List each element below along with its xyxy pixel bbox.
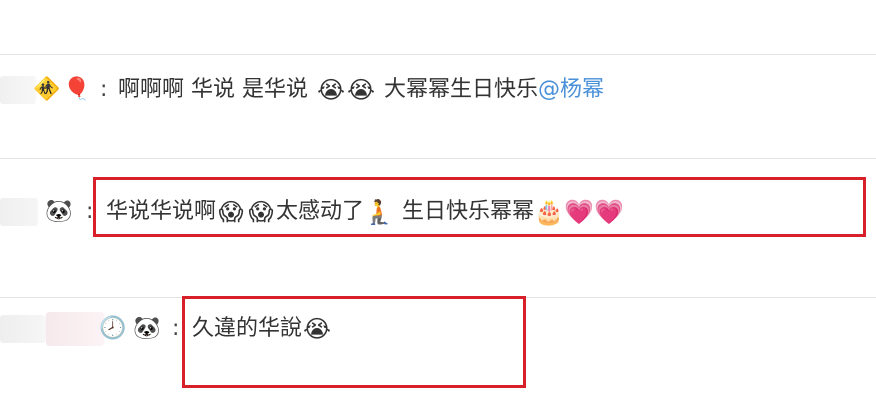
divider <box>0 158 876 159</box>
blurred-username <box>0 315 46 343</box>
crying-face-icon: 😭 <box>316 76 346 104</box>
highlight-box <box>182 296 526 388</box>
panda-icon: 🐼 <box>45 199 73 224</box>
divider <box>0 54 876 55</box>
highlight-box <box>93 177 866 237</box>
clock-icon: 🕗 <box>99 316 127 341</box>
crying-face-icon: 😭 <box>346 76 376 104</box>
blurred-username <box>0 76 36 104</box>
user-mention-link[interactable]: @杨幂 <box>538 79 604 101</box>
comment-content: 啊啊啊 华说 是华说 😭 😭 大幂幂生日快乐 @杨幂 <box>118 75 604 105</box>
balloon-icon: 🎈 <box>63 77 91 102</box>
colon-separator: : <box>172 316 180 341</box>
colon-separator: : <box>100 77 108 102</box>
blurred-username <box>46 312 104 346</box>
comment-text: 大幂幂生日快乐 <box>384 77 539 102</box>
comment-row-1: 🚸 🎈 : 啊啊啊 华说 是华说 😭 😭 大幂幂生日快乐 @杨幂 <box>0 65 876 115</box>
panda-icon: 🐼 <box>133 316 161 341</box>
comment-text: 啊啊啊 华说 是华说 <box>118 77 308 102</box>
children-crossing-icon: 🚸 <box>33 77 61 102</box>
blurred-username <box>0 198 38 226</box>
